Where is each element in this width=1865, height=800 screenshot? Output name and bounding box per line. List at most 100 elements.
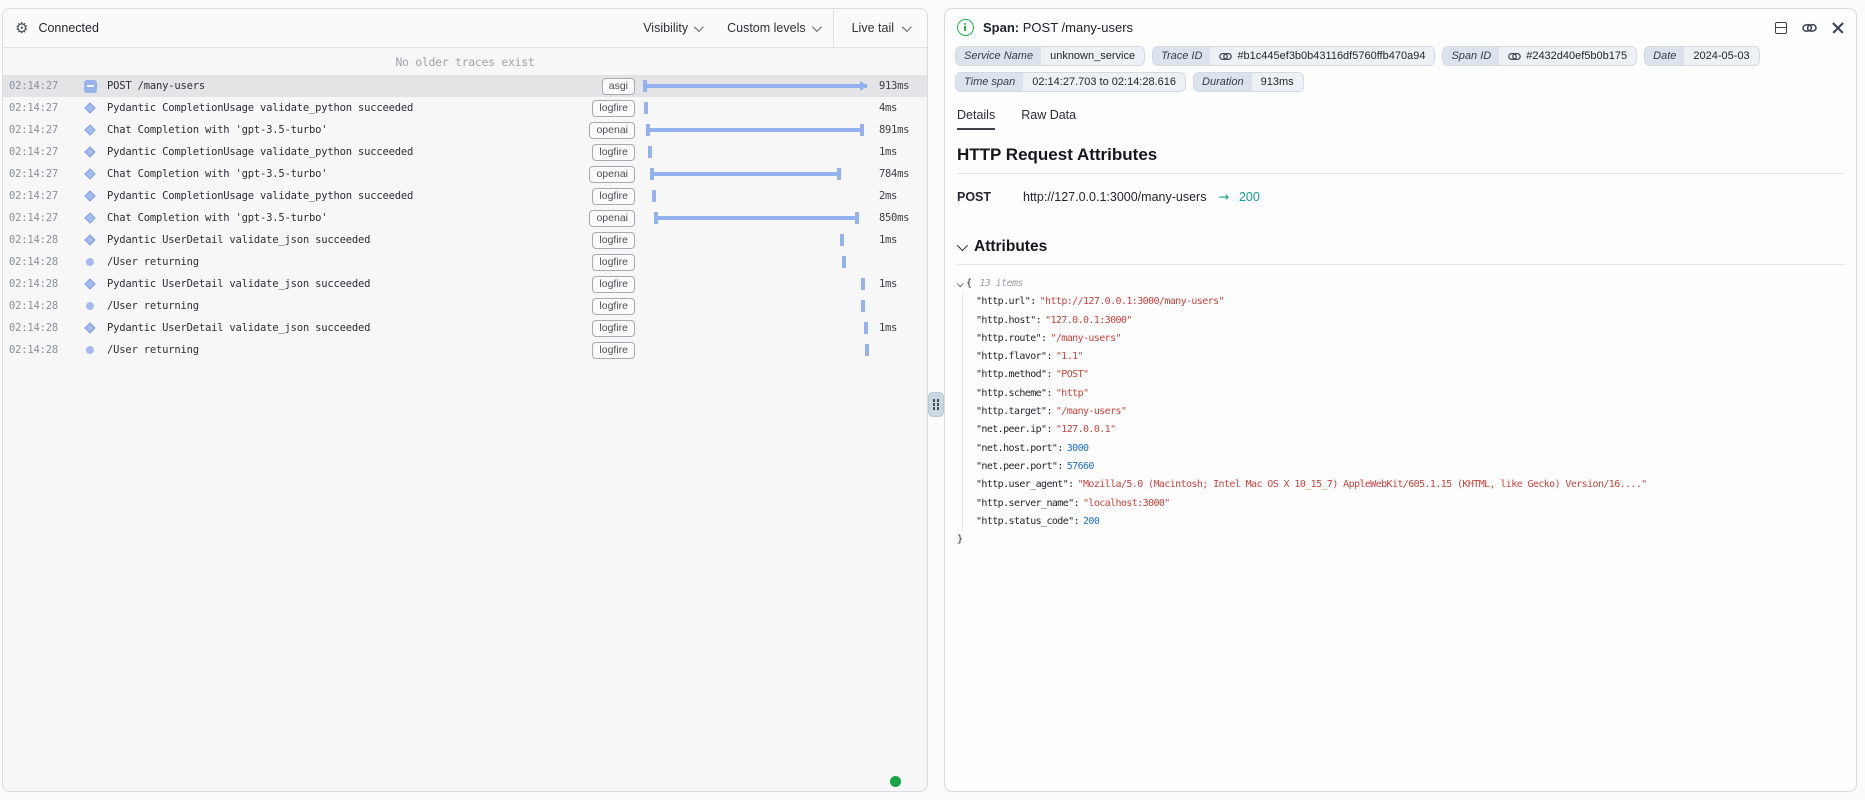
link-icon[interactable]	[1219, 52, 1232, 61]
badge-value: #b1c445ef3b0b43116df5760ffb470a94	[1210, 47, 1434, 65]
collapse-minus-icon[interactable]	[84, 80, 97, 93]
attr-line: "http.scheme":"http"	[976, 385, 1844, 403]
attr-line: "http.url":"http://127.0.0.1:3000/many-u…	[976, 293, 1844, 311]
settings-gear-icon[interactable]: ⚙	[15, 19, 28, 37]
duration-bar	[643, 295, 873, 317]
tag-badge: logfire	[592, 232, 635, 249]
duration-bar	[643, 273, 873, 295]
attr-value: "POST"	[1056, 369, 1089, 380]
badge-value: 2024-05-03	[1684, 47, 1758, 65]
trace-row[interactable]: 02:14:27POST /many-usersasgi913ms	[3, 75, 927, 97]
trace-row[interactable]: 02:14:27Chat Completion with 'gpt-3.5-tu…	[3, 207, 927, 229]
trace-timestamp: 02:14:28	[9, 278, 79, 290]
log-dot-icon	[86, 346, 94, 354]
badge-value: 913ms	[1252, 73, 1303, 91]
status-code: 200	[1239, 190, 1260, 204]
trace-row[interactable]: 02:14:27Pydantic CompletionUsage validat…	[3, 97, 927, 119]
connection-status: Connected	[38, 21, 98, 35]
trace-timestamp: 02:14:28	[9, 344, 79, 356]
badge-value: 02:14:27.703 to 02:14:28.616	[1023, 73, 1185, 91]
attr-line: "net.peer.ip":"127.0.0.1"	[976, 421, 1844, 439]
http-method: POST	[957, 190, 1015, 204]
trace-icon-slot	[79, 192, 101, 200]
duration-label: 1ms	[873, 234, 923, 246]
attributes-section-toggle[interactable]: Attributes	[957, 238, 1844, 256]
visibility-dropdown[interactable]: Visibility	[643, 21, 701, 35]
copy-link-icon[interactable]	[1802, 22, 1817, 34]
badge-label: Trace ID	[1153, 47, 1210, 65]
tag-badge: logfire	[592, 188, 635, 205]
trace-row[interactable]: 02:14:28 Pydantic UserDetail validate_jso…	[3, 317, 927, 339]
trace-row[interactable]: 02:14:27Chat Completion with 'gpt-3.5-tu…	[3, 119, 927, 141]
trace-row[interactable]: 02:14:27Pydantic CompletionUsage validat…	[3, 185, 927, 207]
attr-value: "http"	[1056, 388, 1089, 399]
duration-bar	[643, 251, 873, 273]
span-detail-panel: Span: POST /many-users Service Nameunkno…	[944, 8, 1857, 792]
trace-row[interactable]: 02:14:28/User returninglogfire	[3, 295, 927, 317]
trace-row[interactable]: 02:14:27Chat Completion with 'gpt-3.5-tu…	[3, 163, 927, 185]
trace-icon-slot	[79, 104, 101, 112]
duration-label: 850ms	[873, 212, 923, 224]
trace-row[interactable]: 02:14:28/User returninglogfire	[3, 251, 927, 273]
trace-label: Pydantic UserDetail validate_json succee…	[107, 234, 592, 246]
divider	[957, 264, 1844, 265]
trace-timestamp: 02:14:27	[9, 80, 79, 92]
tag-badge: logfire	[592, 254, 635, 271]
trace-timestamp: 02:14:28	[9, 322, 79, 334]
attributes-json: { 13 items "http.url":"http://127.0.0.1:…	[957, 275, 1844, 549]
trace-row[interactable]: 02:14:27Pydantic CompletionUsage validat…	[3, 141, 927, 163]
trace-row[interactable]: 02:14:28Pydantic UserDetail validate_jso…	[3, 273, 927, 295]
attr-value: "1.1"	[1056, 351, 1083, 362]
panel-layout-icon[interactable]	[1775, 22, 1787, 34]
tag-badge: logfire	[592, 342, 635, 359]
close-icon[interactable]	[1832, 22, 1844, 34]
trace-label: /User returning	[107, 256, 592, 268]
trace-icon-slot	[79, 302, 101, 310]
meta-badge: Service Nameunknown_service	[955, 46, 1145, 66]
arrow-right-icon: →	[1218, 189, 1228, 204]
attr-line: "net.host.port":3000	[976, 440, 1844, 458]
trace-icon-slot	[79, 214, 101, 222]
trace-label: Pydantic CompletionUsage validate_python…	[107, 146, 592, 158]
attr-line: "http.target":"/many-users"	[976, 403, 1844, 421]
span-diamond-icon	[84, 124, 95, 135]
log-dot-icon	[86, 258, 94, 266]
collapse-chevron-icon[interactable]	[957, 280, 964, 287]
attr-key: "http.method"	[976, 369, 1046, 380]
trace-timestamp: 02:14:28	[9, 234, 79, 246]
chevron-down-icon	[812, 22, 822, 32]
span-diamond-icon	[84, 322, 95, 333]
trace-label: Chat Completion with 'gpt-3.5-turbo'	[107, 124, 589, 136]
duration-label: 891ms	[873, 124, 923, 136]
tag-badge: openai	[589, 210, 635, 227]
span-kind-label: Span:	[983, 20, 1019, 35]
span-diamond-icon	[84, 212, 95, 223]
live-tail-dropdown[interactable]: Live tail	[833, 9, 927, 47]
panel-resize-handle[interactable]	[928, 392, 944, 417]
chevron-down-icon	[694, 22, 704, 32]
span-name: POST /many-users	[1023, 20, 1133, 35]
trace-row[interactable]: 02:14:28 Pydantic UserDetail validate_jso…	[3, 229, 927, 251]
trace-icon-slot	[79, 148, 101, 156]
link-icon[interactable]	[1508, 52, 1521, 61]
visibility-label: Visibility	[643, 21, 688, 35]
attr-value: "127.0.0.1"	[1056, 424, 1116, 435]
badge-label: Span ID	[1443, 47, 1499, 65]
trace-row[interactable]: 02:14:28/User returninglogfire	[3, 339, 927, 361]
tab-raw-data[interactable]: Raw Data	[1021, 108, 1076, 130]
duration-bar	[643, 163, 873, 185]
trace-label: Pydantic UserDetail validate_json succee…	[107, 322, 592, 334]
attr-value: 200	[1083, 516, 1099, 527]
tab-details[interactable]: Details	[957, 108, 995, 130]
trace-label: Chat Completion with 'gpt-3.5-turbo'	[107, 212, 589, 224]
attr-key: "http.target"	[976, 406, 1046, 417]
span-diamond-icon	[84, 168, 95, 179]
info-icon	[957, 19, 974, 36]
custom-levels-dropdown[interactable]: Custom levels	[727, 21, 819, 35]
duration-bar	[643, 97, 873, 119]
tag-badge: openai	[589, 122, 635, 139]
items-count: 13 items	[979, 275, 1022, 293]
span-title: Span: POST /many-users	[983, 20, 1133, 35]
open-brace: {	[966, 275, 971, 293]
badge-label: Time span	[956, 73, 1023, 91]
